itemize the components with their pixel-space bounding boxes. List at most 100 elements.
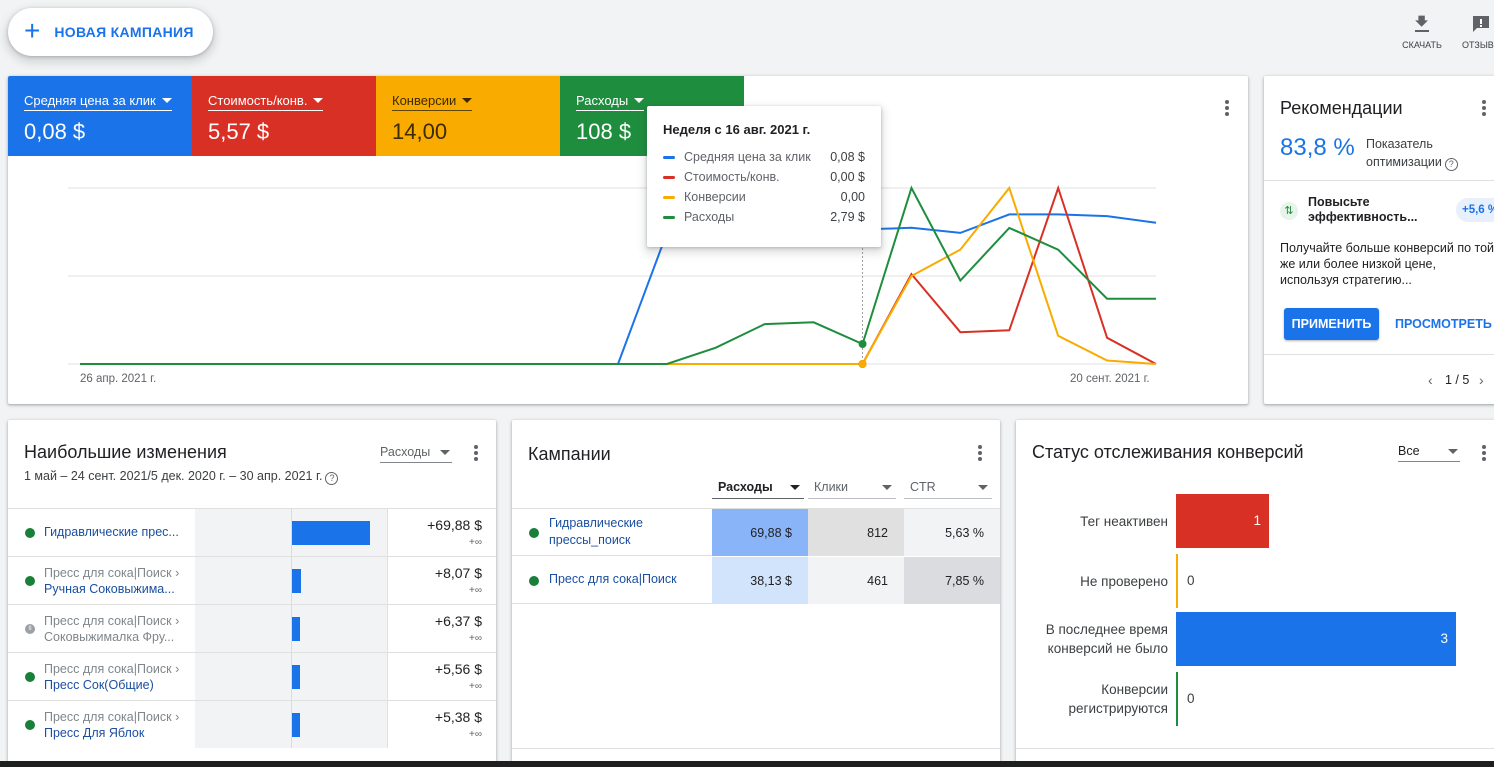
change-value: +69,88 $ xyxy=(427,517,482,533)
table-row: Пресс для сока|Поиск › Пресс Сок(Общие) +5… xyxy=(8,652,496,700)
optimization-score-label: Показатель оптимизации xyxy=(1366,137,1442,169)
status-active-icon xyxy=(25,576,35,586)
campaigns-title: Кампании xyxy=(528,444,611,464)
sort-icon xyxy=(790,485,800,490)
entity-link[interactable]: Гидравлические прес... xyxy=(44,525,194,539)
column-header-ctr[interactable]: CTR xyxy=(904,480,992,499)
new-campaign-label: НОВАЯ КАМПАНИЯ xyxy=(54,24,194,40)
change-bar xyxy=(292,665,300,689)
tooltip-title: Неделя с 16 авг. 2021 г. xyxy=(663,122,811,137)
cost-cell: 38,13 $ xyxy=(712,557,808,604)
bottom-bar xyxy=(0,761,1494,767)
parent-campaign: Пресс для сока|Поиск › xyxy=(44,662,180,676)
status-active-icon xyxy=(25,672,35,682)
bar-value: 0 xyxy=(1187,691,1195,706)
change-value: +6,37 $ xyxy=(434,613,482,629)
entity-link[interactable]: Пресс Сок(Общие) xyxy=(44,677,194,693)
status-bar[interactable] xyxy=(1176,672,1178,726)
recommendations-title: Рекомендации xyxy=(1280,98,1403,118)
campaigns-card: Кампании Расходы Клики CTR Гидравлически… xyxy=(512,420,1000,767)
x-axis-end-label: 20 сент. 2021 г. xyxy=(1070,373,1150,385)
entity-link[interactable]: Соковыжималка Фру... xyxy=(44,629,194,645)
plus-icon: + xyxy=(24,14,41,46)
view-button[interactable]: ПРОСМОТРЕТЬ xyxy=(1395,308,1492,340)
entity-link[interactable]: Ручная Соковыжима... xyxy=(44,581,194,597)
table-row: Пресс для сока|Поиск › Ручная Соковыжима.… xyxy=(8,556,496,604)
metric-selector[interactable]: Расходы xyxy=(380,445,452,463)
status-paused-icon: II xyxy=(25,624,35,634)
apply-button[interactable]: ПРИМЕНИТЬ xyxy=(1284,308,1379,340)
column-header-cost[interactable]: Расходы xyxy=(712,480,804,499)
clicks-cell: 812 xyxy=(808,509,904,556)
changes-list: Гидравлические прес... +69,88 $ +∞ Пресс дл… xyxy=(8,508,496,748)
conversion-status-card: Статус отслеживания конверсий Все Тег не… xyxy=(1016,420,1494,767)
campaign-link[interactable]: Пресс для сока|Поиск xyxy=(549,572,699,586)
x-axis-start-label: 26 апр. 2021 г. xyxy=(80,373,157,385)
pager-label: 1 / 5 xyxy=(1445,373,1470,387)
download-icon xyxy=(1415,15,1429,32)
column-header-clicks[interactable]: Клики xyxy=(808,480,896,499)
table-row: II Пресс для сока|Поиск › Соковыжималка Фр… xyxy=(8,604,496,652)
change-percent: +∞ xyxy=(469,729,482,740)
campaign-link[interactable]: Гидравлические прессы_поиск xyxy=(549,515,699,549)
status-active-icon xyxy=(25,720,35,730)
campaigns-menu-icon[interactable] xyxy=(978,445,982,461)
bar-value: 1 xyxy=(1253,513,1261,528)
help-icon[interactable]: ? xyxy=(1444,158,1458,171)
table-row: Гидравлические прессы_поиск 69,88 $ 812 … xyxy=(512,509,1000,556)
bar-label: В последнее время конверсий не было xyxy=(1045,622,1168,656)
tooltip-row: Конверсии 0,00 xyxy=(663,187,865,207)
cost-cell: 69,88 $ xyxy=(712,509,808,556)
feedback-button[interactable]: ОТЗЫВ xyxy=(1462,14,1494,50)
change-percent: +∞ xyxy=(469,633,482,644)
change-percent: +∞ xyxy=(469,681,482,692)
prev-page-icon[interactable]: ‹ xyxy=(1428,372,1433,388)
changes-menu-icon[interactable] xyxy=(474,445,478,461)
status-active-icon xyxy=(529,576,539,586)
tooltip-row: Стоимость/конв. 0,00 $ xyxy=(663,167,865,187)
tooltip-row: Средняя цена за клик 0,08 $ xyxy=(663,147,865,167)
status-active-icon xyxy=(25,528,35,538)
ctr-cell: 5,63 % xyxy=(904,509,1000,556)
recommendations-card: Рекомендации 83,8 % Показатель оптимизац… xyxy=(1264,76,1494,404)
entity-link[interactable]: Пресс Для Яблок xyxy=(44,725,194,741)
recommendation-item-title[interactable]: Повысьте эффективность... xyxy=(1308,195,1428,225)
help-icon[interactable]: ? xyxy=(325,472,339,485)
change-value: +5,38 $ xyxy=(434,709,482,725)
dropdown-arrow-icon xyxy=(978,485,988,490)
metric-selector-label: Расходы xyxy=(380,445,431,459)
bar-value: 3 xyxy=(1440,631,1448,646)
next-page-icon[interactable]: › xyxy=(1479,372,1484,388)
change-value: +8,07 $ xyxy=(434,565,482,581)
date-range: 1 май – 24 сент. 2021/5 дек. 2020 г. – 3… xyxy=(24,469,323,483)
hover-point xyxy=(858,360,867,368)
divider xyxy=(1264,180,1494,181)
tooltip-row: Расходы 2,79 $ xyxy=(663,207,865,227)
feedback-label: ОТЗЫВ xyxy=(1462,40,1494,50)
biggest-changes-title: Наибольшие изменения xyxy=(24,442,227,462)
change-percent: +∞ xyxy=(469,585,482,596)
parent-campaign: Пресс для сока|Поиск › xyxy=(44,710,180,724)
dropdown-arrow-icon xyxy=(882,485,892,490)
new-campaign-button[interactable]: + НОВАЯ КАМПАНИЯ xyxy=(8,8,213,56)
recommendations-menu-icon[interactable] xyxy=(1482,100,1486,116)
hover-point xyxy=(858,340,867,348)
download-label: СКАЧАТЬ xyxy=(1402,40,1442,50)
download-button[interactable]: СКАЧАТЬ xyxy=(1402,14,1442,50)
biggest-changes-card: Наибольшие изменения Расходы 1 май – 24 … xyxy=(8,420,496,767)
change-bar xyxy=(292,617,300,641)
trend-icon: ⇅ xyxy=(1280,202,1298,220)
parent-campaign: Пресс для сока|Поиск › xyxy=(44,614,180,628)
change-bar xyxy=(292,569,301,593)
status-bar[interactable] xyxy=(1176,554,1178,608)
chart-tooltip: Неделя с 16 авг. 2021 г. Средняя цена за… xyxy=(647,106,881,247)
table-row: Гидравлические прес... +69,88 $ +∞ xyxy=(8,508,496,556)
change-bar xyxy=(292,521,370,545)
feedback-icon xyxy=(1473,16,1489,32)
status-active-icon xyxy=(529,528,539,538)
performance-chart-card: Средняя цена за клик 0,08 $ Стоимость/ко… xyxy=(8,76,1248,404)
conversion-status-chart: Тег неактивен 1 Не проверено 0 В последнее в… xyxy=(1016,420,1494,760)
parent-campaign: Пресс для сока|Поиск › xyxy=(44,566,180,580)
dropdown-arrow-icon xyxy=(440,450,450,455)
bar-label: Конверсии регистрируются xyxy=(1068,682,1169,716)
